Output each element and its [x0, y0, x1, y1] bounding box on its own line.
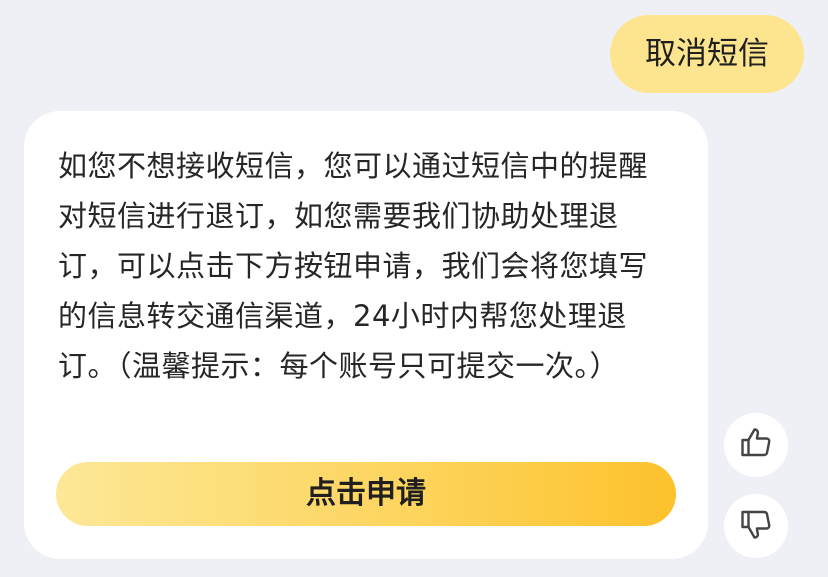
- dislike-button[interactable]: [724, 494, 788, 558]
- thumbs-down-icon: [738, 506, 774, 546]
- user-message-bubble: 取消短信: [610, 15, 804, 93]
- user-message-text: 取消短信: [645, 36, 769, 72]
- apply-button[interactable]: 点击申请: [56, 462, 676, 526]
- like-button[interactable]: [724, 413, 788, 477]
- bot-message-card: 如您不想接收短信，您可以通过短信中的提醒对短信进行退订，如您需要我们协助处理退订…: [24, 111, 708, 559]
- bot-message-text: 如您不想接收短信，您可以通过短信中的提醒对短信进行退订，如您需要我们协助处理退订…: [58, 149, 649, 383]
- thumbs-up-icon: [738, 425, 774, 465]
